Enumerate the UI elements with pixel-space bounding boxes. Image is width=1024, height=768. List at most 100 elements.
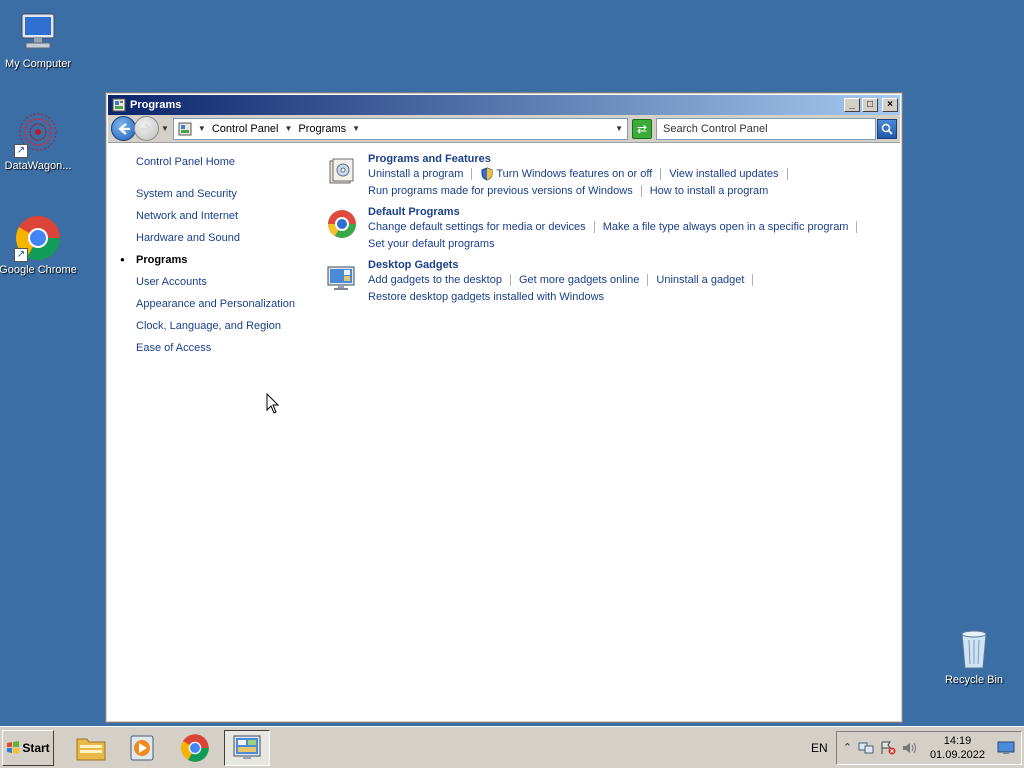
action-center-flag-icon[interactable] <box>880 741 896 755</box>
link-uninstall-gadget[interactable]: Uninstall a gadget <box>656 274 744 286</box>
media-player-icon <box>130 735 154 760</box>
maximize-button[interactable]: □ <box>862 98 878 112</box>
back-button[interactable] <box>111 116 136 141</box>
breadcrumb-programs[interactable]: Programs <box>298 123 346 135</box>
control-panel-icon <box>233 735 261 759</box>
section-title[interactable]: Desktop Gadgets <box>368 259 882 271</box>
link-uninstall-program[interactable]: Uninstall a program <box>368 168 463 180</box>
shortcut-arrow-icon: ↗ <box>14 248 28 262</box>
programs-features-icon <box>329 158 354 184</box>
section-desktop-gadgets: Desktop Gadgets Add gadgets to the deskt… <box>326 259 882 306</box>
taskbar-media-player-button[interactable] <box>120 730 166 766</box>
address-history-dropdown[interactable]: ▼ <box>615 124 623 133</box>
link-add-gadgets[interactable]: Add gadgets to the desktop <box>368 274 502 286</box>
back-arrow-icon <box>117 122 130 135</box>
link-divider <box>647 274 649 287</box>
recycle-bin-icon <box>950 624 998 672</box>
desktop-icon-label: My Computer <box>4 58 72 70</box>
language-indicator[interactable]: EN <box>811 741 828 755</box>
taskbar-chrome-button[interactable] <box>172 730 218 766</box>
search-button[interactable] <box>877 118 897 139</box>
section-default-programs: Default Programs Change default settings… <box>326 206 882 253</box>
clock-date: 01.09.2022 <box>929 748 985 761</box>
link-divider <box>856 221 858 234</box>
clock[interactable]: 14:19 01.09.2022 <box>930 734 985 762</box>
desktop-icon-google-chrome[interactable]: ↗ Google Chrome <box>0 214 78 276</box>
nav-programs[interactable]: Programs <box>120 249 316 271</box>
taskbar-control-panel-button[interactable] <box>224 729 270 766</box>
search-placeholder: Search Control Panel <box>663 122 768 135</box>
desktop-gadgets-icon <box>327 266 355 290</box>
breadcrumb-root-chevron[interactable]: ▼ <box>198 124 206 133</box>
left-navigation: Control Panel Home System and Security N… <box>120 151 316 359</box>
address-bar[interactable]: ▼ Control Panel ▼ Programs ▼ ▼ <box>172 117 628 140</box>
link-run-older-programs[interactable]: Run programs made for previous versions … <box>368 185 633 197</box>
window-content: Control Panel Home System and Security N… <box>106 143 902 718</box>
control-panel-icon <box>112 98 126 112</box>
forward-arrow-icon <box>140 122 153 135</box>
default-programs-icon <box>328 210 356 238</box>
link-divider <box>752 274 754 287</box>
taskbar-explorer-button[interactable] <box>68 730 114 766</box>
forward-button[interactable] <box>134 116 159 141</box>
nav-network-and-internet[interactable]: Network and Internet <box>136 205 316 227</box>
breadcrumb-chevron[interactable]: ▼ <box>285 124 293 133</box>
desktop-icon-label: Google Chrome <box>0 264 77 276</box>
shortcut-arrow-icon: ↗ <box>14 144 28 158</box>
windows-logo-icon <box>7 740 20 754</box>
start-button[interactable]: Start <box>2 729 54 766</box>
section-programs-and-features: Programs and Features Uninstall a progra… <box>326 153 882 200</box>
desktop-icon-label: Recycle Bin <box>944 674 1004 686</box>
link-divider <box>786 168 788 181</box>
show-desktop-icon[interactable] <box>997 741 1015 755</box>
link-view-installed-updates[interactable]: View installed updates <box>669 168 778 180</box>
recent-pages-dropdown[interactable]: ▼ <box>161 124 169 133</box>
breadcrumb-chevron[interactable]: ▼ <box>352 124 360 133</box>
mouse-cursor-icon <box>266 393 280 414</box>
network-icon[interactable] <box>858 741 874 755</box>
taskbar: Start EN ⌃ 14:19 01.09.2022 <box>0 726 1024 768</box>
minimize-button[interactable]: _ <box>844 98 860 112</box>
link-restore-gadgets[interactable]: Restore desktop gadgets installed with W… <box>368 291 604 303</box>
section-title[interactable]: Default Programs <box>368 206 882 218</box>
nav-clock-language-region[interactable]: Clock, Language, and Region <box>136 315 316 337</box>
search-input[interactable]: Search Control Panel <box>656 117 876 140</box>
window-title: Programs <box>130 99 182 111</box>
nav-system-and-security[interactable]: System and Security <box>136 183 316 205</box>
section-title[interactable]: Programs and Features <box>368 153 882 165</box>
link-how-to-install[interactable]: How to install a program <box>650 185 769 197</box>
link-divider <box>471 168 473 181</box>
window-titlebar[interactable]: Programs _ □ × <box>108 95 900 115</box>
close-button[interactable]: × <box>882 98 898 112</box>
desktop-icon-datawagon[interactable]: ↗ DataWagon... <box>0 110 78 172</box>
nav-user-accounts[interactable]: User Accounts <box>136 271 316 293</box>
system-tray: ⌃ 14:19 01.09.2022 <box>835 730 1022 765</box>
navigation-bar: ▼ ▼ Control Panel ▼ Programs ▼ ▼ ⇄ Searc… <box>108 115 900 143</box>
nav-appearance-and-personalization[interactable]: Appearance and Personalization <box>136 293 316 315</box>
nav-ease-of-access[interactable]: Ease of Access <box>136 337 316 359</box>
nav-hardware-and-sound[interactable]: Hardware and Sound <box>136 227 316 249</box>
folder-icon <box>76 738 106 760</box>
chrome-icon <box>181 733 209 762</box>
link-divider <box>509 274 511 287</box>
search-icon <box>881 123 893 135</box>
refresh-button[interactable]: ⇄ <box>632 118 652 139</box>
nav-control-panel-home[interactable]: Control Panel Home <box>136 151 316 173</box>
breadcrumb-control-panel[interactable]: Control Panel <box>212 123 279 135</box>
control-panel-icon <box>178 122 192 135</box>
link-windows-features[interactable]: Turn Windows features on or off <box>496 168 652 180</box>
link-default-media-settings[interactable]: Change default settings for media or dev… <box>368 221 586 233</box>
volume-icon[interactable] <box>902 741 918 755</box>
desktop-icon-recycle-bin[interactable]: Recycle Bin <box>934 624 1014 686</box>
link-divider <box>640 185 642 198</box>
uac-shield-icon <box>481 167 493 181</box>
desktop-icon-label: DataWagon... <box>4 160 72 172</box>
link-file-type-association[interactable]: Make a file type always open in a specif… <box>603 221 849 233</box>
control-panel-window: Programs _ □ × ▼ ▼ Control Panel ▼ Progr… <box>105 92 903 723</box>
refresh-icon: ⇄ <box>636 121 648 136</box>
desktop-icon-my-computer[interactable]: My Computer <box>0 8 78 70</box>
link-set-default-programs[interactable]: Set your default programs <box>368 238 495 250</box>
show-hidden-icons-icon[interactable]: ⌃ <box>843 741 852 754</box>
link-get-more-gadgets[interactable]: Get more gadgets online <box>519 274 639 286</box>
link-divider <box>660 168 662 181</box>
